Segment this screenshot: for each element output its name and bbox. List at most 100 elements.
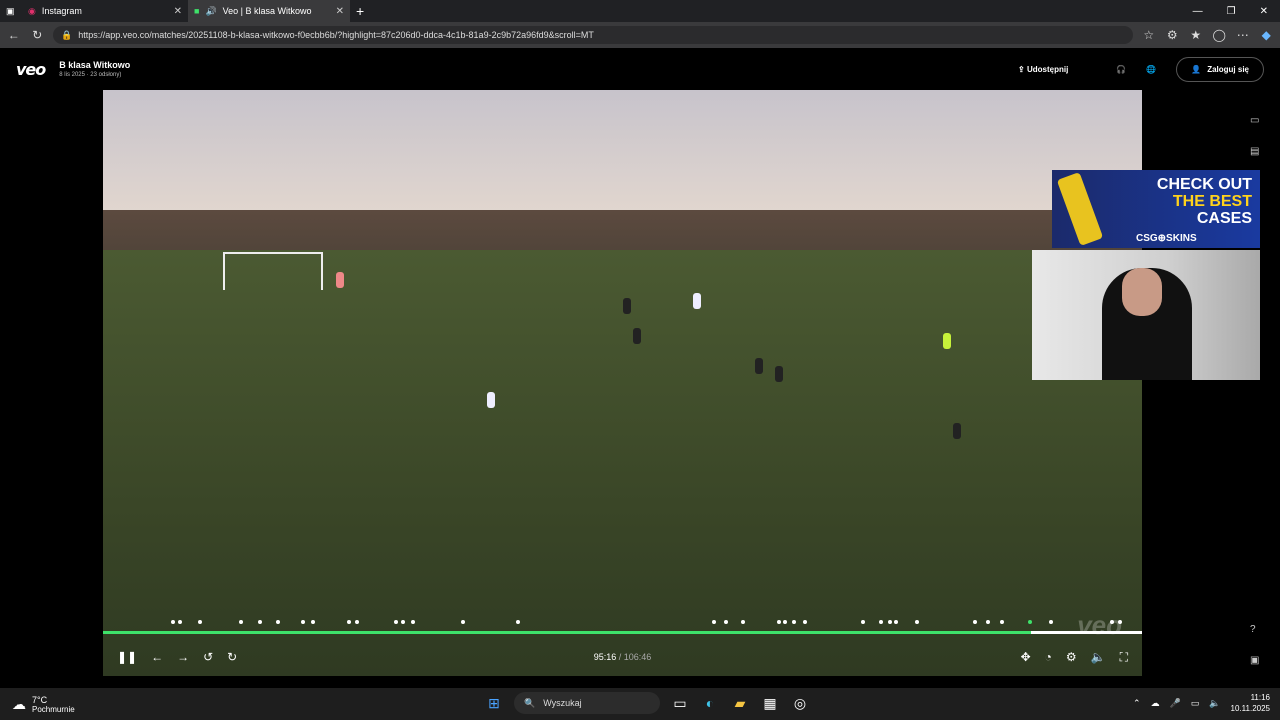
edge-icon[interactable]: ◐ [700, 693, 720, 713]
highlight-marker[interactable] [394, 620, 398, 624]
highlight-marker[interactable] [724, 620, 728, 624]
panel-icon[interactable]: ▣ [1250, 655, 1259, 666]
forward-icon[interactable]: ↻ [227, 650, 237, 664]
streamer-face [1122, 268, 1162, 316]
file-explorer-icon[interactable]: ▰ [730, 693, 750, 713]
search-placeholder: Wyszukaj [543, 698, 582, 708]
highlight-marker[interactable] [355, 620, 359, 624]
highlight-marker[interactable] [311, 620, 315, 624]
speaker-icon[interactable]: 🔊 [205, 6, 216, 17]
video-pitch [103, 250, 1142, 676]
highlight-marker[interactable] [461, 620, 465, 624]
tab-label: Instagram [41, 6, 82, 16]
fullscreen-icon[interactable]: ⛶ [1120, 650, 1128, 665]
highlight-marker[interactable] [1000, 620, 1004, 624]
player-controls: ❚❚ ← → ↺ ↻ 95:16 / 106:46 ✥ ◔ ⚙ 🔈 ⛶ [103, 642, 1142, 672]
store-icon[interactable]: ▦ [760, 693, 780, 713]
close-icon[interactable]: ✕ [174, 6, 182, 17]
url-field[interactable]: 🔒 https://app.veo.co/matches/20251108-b-… [53, 26, 1133, 44]
onedrive-icon[interactable]: ☁ [1151, 698, 1160, 709]
next-highlight-button[interactable]: → [177, 650, 189, 664]
highlight-marker[interactable] [861, 620, 865, 624]
login-button[interactable]: 👤 Zaloguj się [1176, 56, 1264, 82]
player-dark [623, 298, 631, 314]
lock-icon: 🔒 [61, 29, 73, 40]
settings-icon[interactable]: ⚙ [1066, 650, 1077, 665]
highlight-marker[interactable] [973, 620, 977, 624]
headphones-icon[interactable]: 🎧 [1116, 65, 1126, 74]
clock[interactable]: 11:16 10.11.2025 [1231, 692, 1270, 714]
highlight-marker[interactable] [712, 620, 716, 624]
share-button[interactable]: ⇪ Udostępnij [1018, 65, 1068, 74]
close-window-icon[interactable]: ✕ [1260, 6, 1268, 17]
highlight-marker[interactable] [276, 620, 280, 624]
extensions-icon[interactable]: ⚙ [1165, 28, 1181, 42]
tab-actions-icon[interactable]: ▣ [0, 0, 22, 22]
rewind-icon[interactable]: ↺ [203, 650, 213, 664]
restore-icon[interactable]: ❐ [1227, 6, 1236, 17]
weather-widget[interactable]: ☁ 7°C Pochmurnie [0, 695, 75, 714]
highlight-marker[interactable] [347, 620, 351, 624]
veo-logo[interactable]: veo [16, 60, 46, 79]
video-icon[interactable]: ▭ [1250, 115, 1259, 126]
highlight-marker[interactable] [411, 620, 415, 624]
volume-icon[interactable]: 🔈 [1091, 650, 1106, 665]
progress-bar[interactable] [103, 631, 1142, 634]
video-player[interactable]: veo ❚❚ ← → ↺ ↻ 95:16 / 106:46 ✥ ◔ ⚙ 🔈 ⛶ [103, 90, 1142, 676]
highlight-marker[interactable] [258, 620, 262, 624]
help-icon[interactable]: ? [1250, 624, 1259, 635]
highlight-marker[interactable] [1049, 620, 1053, 624]
highlight-marker[interactable] [879, 620, 883, 624]
favorites-icon[interactable]: ★ [1188, 28, 1204, 42]
refresh-icon[interactable]: ↻ [30, 28, 46, 42]
highlight-marker[interactable] [301, 620, 305, 624]
previous-highlight-button[interactable]: ← [151, 650, 163, 664]
bookmark-icon[interactable]: ☆ [1141, 28, 1157, 42]
app-icon[interactable]: ◎ [790, 693, 810, 713]
globe-icon[interactable]: 🌐 [1146, 65, 1156, 74]
network-icon[interactable]: ▭ [1191, 698, 1200, 709]
highlight-marker[interactable] [894, 620, 898, 624]
highlight-marker[interactable] [888, 620, 892, 624]
tab-veo[interactable]: ■ 🔊 Veo | B klasa Witkowo ✕ [188, 0, 350, 22]
start-icon[interactable]: ⊞ [484, 693, 504, 713]
address-bar-row: ← ↻ 🔒 https://app.veo.co/matches/2025110… [0, 22, 1280, 48]
search-icon: 🔍 [524, 697, 536, 708]
highlight-marker[interactable] [986, 620, 990, 624]
tab-label: Veo | B klasa Witkowo [222, 6, 312, 16]
highlight-marker[interactable] [803, 620, 807, 624]
document-icon[interactable]: ▤ [1250, 146, 1259, 157]
profile-avatar[interactable]: ◯ [1212, 28, 1228, 42]
highlight-marker[interactable] [1110, 620, 1114, 624]
task-view-icon[interactable]: ▭ [670, 693, 690, 713]
back-icon[interactable]: ← [6, 28, 22, 42]
highlight-marker[interactable] [198, 620, 202, 624]
move-icon[interactable]: ✥ [1021, 650, 1031, 665]
highlight-marker-active[interactable] [1028, 620, 1032, 624]
highlight-marker[interactable] [401, 620, 405, 624]
tab-instagram[interactable]: ◉ Instagram ✕ [22, 0, 188, 22]
close-icon[interactable]: ✕ [336, 6, 344, 17]
highlight-marker[interactable] [178, 620, 182, 624]
highlight-marker[interactable] [783, 620, 787, 624]
minimize-icon[interactable]: — [1193, 6, 1203, 17]
ad-headline: CHECK OUT THE BEST CASES [1157, 176, 1252, 227]
chevron-up-icon[interactable]: ⌃ [1133, 698, 1141, 709]
pause-button[interactable]: ❚❚ [117, 650, 137, 664]
highlight-marker[interactable] [741, 620, 745, 624]
volume-tray-icon[interactable]: 🔈 [1209, 698, 1220, 709]
speed-icon[interactable]: ◔ [1045, 650, 1052, 665]
copilot-icon[interactable]: ◆ [1259, 28, 1275, 42]
more-icon[interactable]: ⋯ [1235, 28, 1251, 42]
highlight-marker[interactable] [239, 620, 243, 624]
new-tab-button[interactable]: + [350, 0, 370, 22]
taskbar-search[interactable]: 🔍 Wyszukaj [514, 692, 660, 714]
highlight-marker[interactable] [1118, 620, 1122, 624]
highlight-marker[interactable] [792, 620, 796, 624]
highlight-marker[interactable] [915, 620, 919, 624]
microphone-icon[interactable]: 🎤 [1170, 698, 1181, 709]
goalkeeper [943, 333, 951, 349]
highlight-marker[interactable] [516, 620, 520, 624]
highlight-marker[interactable] [171, 620, 175, 624]
highlight-marker[interactable] [777, 620, 781, 624]
